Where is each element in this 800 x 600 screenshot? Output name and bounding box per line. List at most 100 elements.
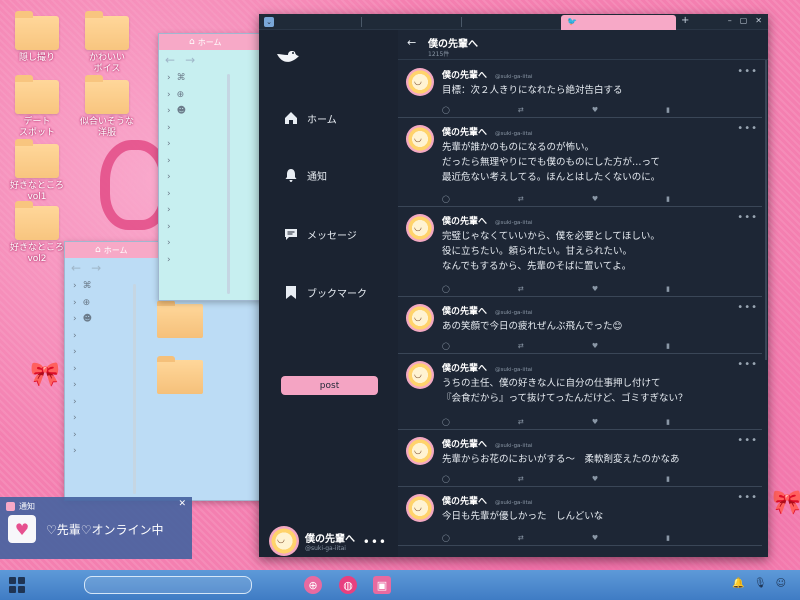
tweet[interactable]: 僕の先輩へ@suki-ga-iitai ••• あの笑顔で今日の疲れぜんぶ飛んで… <box>398 298 762 354</box>
like-icon[interactable]: ♥ <box>592 195 598 203</box>
reply-icon[interactable]: ◯ <box>442 106 450 114</box>
avatar[interactable] <box>406 214 434 242</box>
nav-home[interactable]: ホーム <box>283 110 337 126</box>
stats-icon[interactable]: ▮ <box>666 285 670 293</box>
window-menu-icon[interactable]: ⌄ <box>264 17 274 27</box>
retweet-icon[interactable]: ⇄ <box>518 418 524 426</box>
avatar[interactable] <box>406 437 434 465</box>
reply-icon[interactable]: ◯ <box>442 285 450 293</box>
scrollbar[interactable] <box>765 60 767 360</box>
like-icon[interactable]: ♥ <box>592 475 598 483</box>
browser-tab-active[interactable]: 🐦 <box>561 15 676 30</box>
tweet[interactable]: 僕の先輩へ@suki-ga-iitai ••• 先輩からお花のにおいがする〜 柔… <box>398 431 762 487</box>
bird-logo-icon[interactable] <box>275 48 301 70</box>
account-switcher[interactable]: 僕の先輩へ @suki-ga-iitai ••• <box>269 525 389 557</box>
explorer-titlebar[interactable]: ⌂ ホーム <box>159 34 265 50</box>
tweet[interactable]: 僕の先輩へ@suki-ga-iitai ••• うちの主任、僕の好きな人に自分の… <box>398 355 762 430</box>
stats-icon[interactable]: ▮ <box>666 106 670 114</box>
browser-globe-icon[interactable]: ⊕ <box>304 576 322 594</box>
explorer-window-front[interactable]: ⌂ ホーム ← → › ⌘ › ⊕ › ☻ › › › › › › › › › <box>158 33 266 301</box>
tree-item[interactable]: › <box>167 136 265 153</box>
like-icon[interactable]: ♥ <box>592 342 598 350</box>
stats-icon[interactable]: ▮ <box>666 342 670 350</box>
tree-item[interactable]: › <box>73 394 263 411</box>
more-icon[interactable]: ••• <box>737 123 758 134</box>
desktop-folder-favorites-vol1[interactable]: 好きなところ vol1 <box>8 139 66 203</box>
sns-app-window[interactable]: ⌄ 🐦 + – ▢ ✕ ホーム 通知 メッセージ ブックマーク post ◡ 僕… <box>259 14 768 557</box>
close-icon[interactable]: ✕ <box>178 499 186 509</box>
tree-item[interactable]: › ⊕ <box>167 87 265 104</box>
nav-bookmarks[interactable]: ブックマーク <box>283 284 367 300</box>
avatar[interactable] <box>406 125 434 153</box>
nav-notifications[interactable]: 通知 <box>283 167 327 183</box>
stats-icon[interactable]: ▮ <box>666 418 670 426</box>
chat-app-icon[interactable]: ◍ <box>339 576 357 594</box>
minimize-icon[interactable]: – <box>728 16 732 25</box>
tweet[interactable]: 僕の先輩へ@suki-ga-iitai ••• 先輩が誰かのものになるのが怖い。… <box>398 119 762 207</box>
maximize-icon[interactable]: ▢ <box>740 16 748 25</box>
start-menu-icon[interactable] <box>9 577 25 593</box>
notification-bell-icon[interactable]: 🔔 <box>732 578 744 589</box>
close-icon[interactable]: ✕ <box>755 16 762 25</box>
tree-item[interactable]: › <box>73 443 263 460</box>
avatar[interactable] <box>406 304 434 332</box>
reply-icon[interactable]: ◯ <box>442 418 450 426</box>
user-account-icon[interactable]: ☺ <box>776 578 786 589</box>
retweet-icon[interactable]: ⇄ <box>518 285 524 293</box>
more-icon[interactable]: ••• <box>363 535 387 549</box>
notification-toast[interactable]: 通知 ✕ ♥ ♡先輩♡オンライン中 <box>0 497 192 559</box>
microphone-icon[interactable]: 🎙 <box>754 578 767 589</box>
stats-icon[interactable]: ▮ <box>666 195 670 203</box>
desktop-folder-date-spots[interactable]: デート スポット <box>8 75 66 139</box>
reply-icon[interactable]: ◯ <box>442 342 450 350</box>
retweet-icon[interactable]: ⇄ <box>518 106 524 114</box>
folder-icon[interactable] <box>157 300 203 338</box>
like-icon[interactable]: ♥ <box>592 418 598 426</box>
more-icon[interactable]: ••• <box>737 435 758 446</box>
tree-item[interactable]: › <box>167 235 265 252</box>
post-button[interactable]: post <box>281 376 378 395</box>
tree-item[interactable]: › <box>167 202 265 219</box>
desktop-folder-cute-voice[interactable]: かわいい ボイス <box>78 11 136 75</box>
photos-app-icon[interactable]: ▣ <box>373 576 391 594</box>
more-icon[interactable]: ••• <box>737 302 758 313</box>
forward-arrow-icon[interactable]: → <box>91 261 101 275</box>
back-arrow-icon[interactable]: ← <box>407 36 416 49</box>
more-icon[interactable]: ••• <box>737 359 758 370</box>
like-icon[interactable]: ♥ <box>592 106 598 114</box>
more-icon[interactable]: ••• <box>737 492 758 503</box>
stats-icon[interactable]: ▮ <box>666 534 670 542</box>
tree-item[interactable]: › <box>73 410 263 427</box>
reply-icon[interactable]: ◯ <box>442 534 450 542</box>
taskbar-search[interactable] <box>84 576 252 594</box>
reply-icon[interactable]: ◯ <box>442 195 450 203</box>
tree-item[interactable]: › <box>167 120 265 137</box>
retweet-icon[interactable]: ⇄ <box>518 342 524 350</box>
back-arrow-icon[interactable]: ← <box>165 53 175 67</box>
avatar[interactable] <box>406 494 434 522</box>
like-icon[interactable]: ♥ <box>592 534 598 542</box>
folder-icon[interactable] <box>157 356 203 394</box>
tweet[interactable]: 僕の先輩へ@suki-ga-iitai ••• 目標：次２人きりになれたら絶対告… <box>398 62 762 118</box>
tree-item[interactable]: › <box>167 169 265 186</box>
avatar[interactable] <box>406 361 434 389</box>
desktop-folder-hidden-photos[interactable]: 隠し撮り <box>8 11 66 64</box>
retweet-icon[interactable]: ⇄ <box>518 475 524 483</box>
tree-item[interactable]: › <box>167 153 265 170</box>
reply-icon[interactable]: ◯ <box>442 475 450 483</box>
like-icon[interactable]: ♥ <box>592 285 598 293</box>
window-titlebar[interactable]: ⌄ 🐦 + – ▢ ✕ <box>259 14 768 30</box>
tree-item[interactable]: › <box>167 252 265 269</box>
tree-item[interactable]: › ☻ <box>167 103 265 120</box>
desktop-folder-favorites-vol2[interactable]: 好きなところ vol2 <box>8 201 66 265</box>
tree-item[interactable]: › ⌘ <box>167 70 265 87</box>
stats-icon[interactable]: ▮ <box>666 475 670 483</box>
new-tab-icon[interactable]: + <box>681 15 689 26</box>
tree-item[interactable]: › <box>167 219 265 236</box>
tweet[interactable]: 僕の先輩へ@suki-ga-iitai ••• 今日も先輩が優しかった しんどい… <box>398 488 762 546</box>
tree-item[interactable]: › <box>73 427 263 444</box>
avatar[interactable] <box>406 68 434 96</box>
desktop-folder-clothes[interactable]: 似合いそうな 洋服 <box>78 75 136 139</box>
back-arrow-icon[interactable]: ← <box>71 261 81 275</box>
more-icon[interactable]: ••• <box>737 212 758 223</box>
